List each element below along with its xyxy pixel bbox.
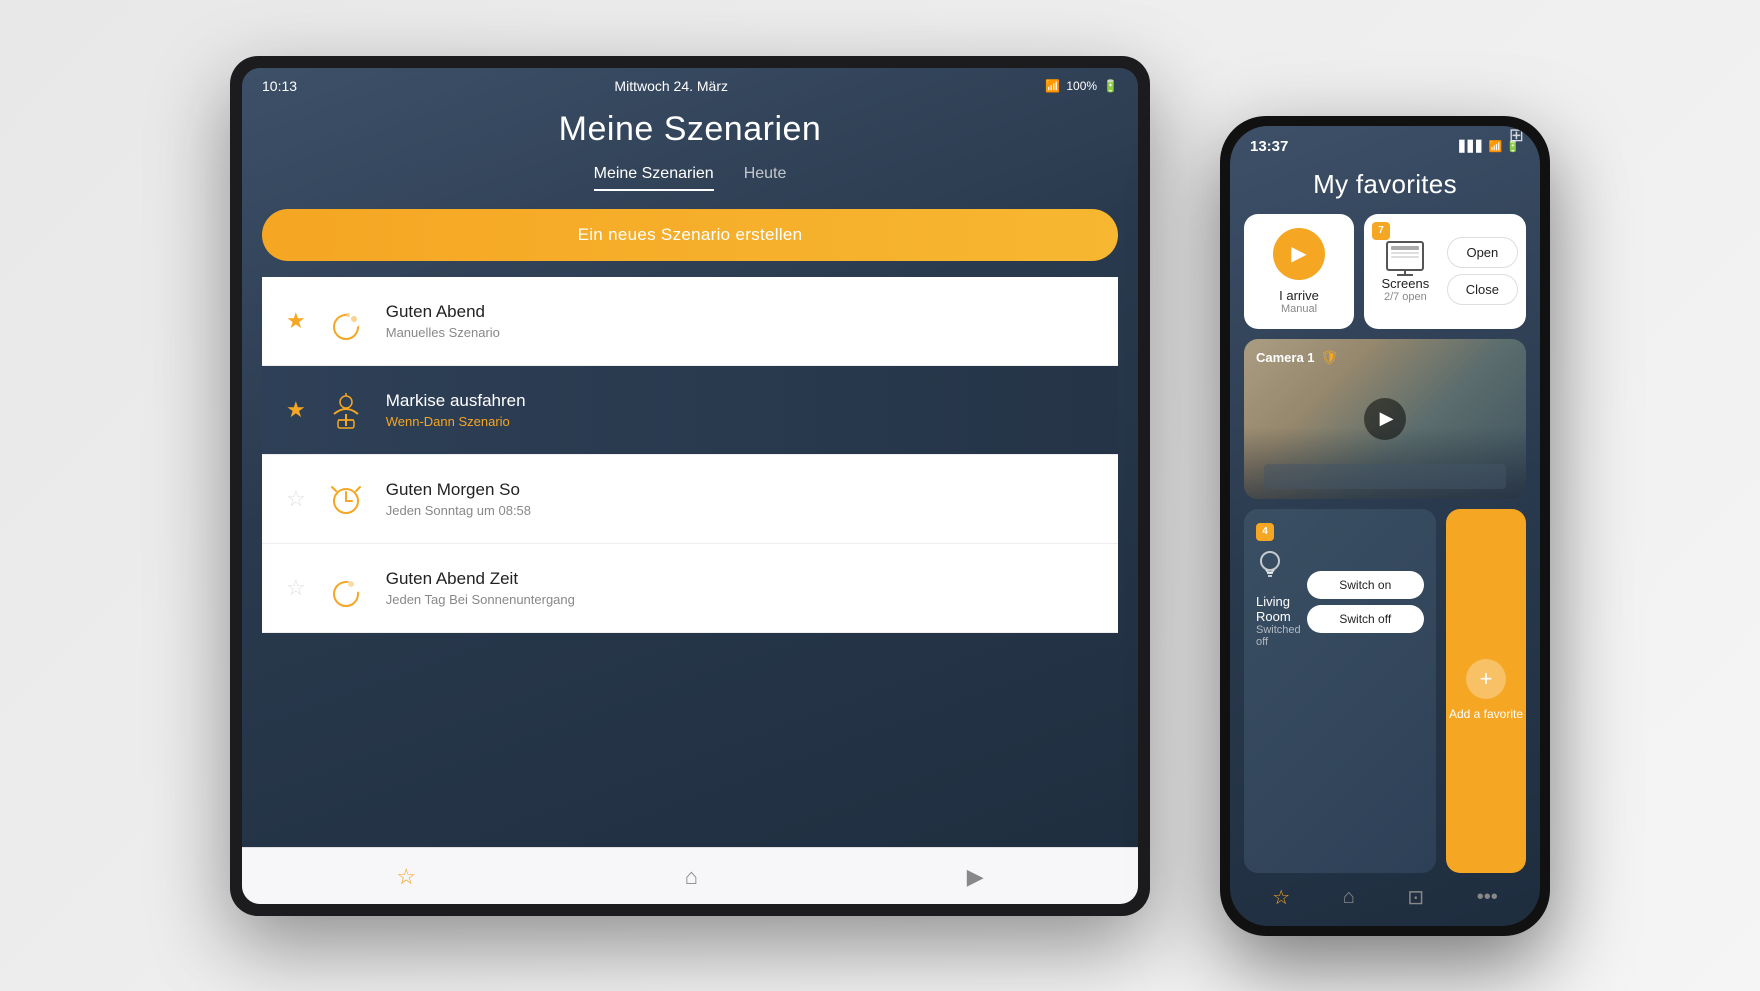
screens-close-button[interactable]: Close xyxy=(1447,274,1518,305)
phone-nav-grid[interactable]: ⊡ xyxy=(1407,885,1424,910)
tablet-time: 10:13 xyxy=(262,78,297,94)
star-empty-icon-2: ☆ xyxy=(286,575,306,601)
screens-badge: 7 xyxy=(1372,222,1390,240)
tablet-nav-favorites[interactable]: ☆ xyxy=(396,864,416,890)
phone-nav-more[interactable]: ••• xyxy=(1477,886,1498,909)
phone-content: My favorites ▶ I arrive Manual 7 xyxy=(1230,161,1540,873)
tablet-screen: 10:13 Mittwoch 24. März 📶 100% 🔋 Meine S… xyxy=(242,68,1138,904)
scenario-markise-sub: Wenn-Dann Szenario xyxy=(386,414,1094,429)
phone-wifi-icon: 📶 xyxy=(1489,140,1503,153)
tablet-content: Meine Szenarien Meine Szenarien Heute Ei… xyxy=(242,100,1138,847)
tablet-date: Mittwoch 24. März xyxy=(614,78,728,94)
scenario-guten-abend-name: Guten Abend xyxy=(386,302,1094,322)
living-room-bulb-icon xyxy=(1256,549,1284,588)
create-scenario-button[interactable]: Ein neues Szenario erstellen xyxy=(262,209,1118,261)
camera-play-button[interactable]: ▶ xyxy=(1364,398,1406,440)
scenario-list: ★ Guten Abend Manuelles Szenario xyxy=(262,277,1118,847)
screens-open-button[interactable]: Open xyxy=(1447,237,1518,268)
tablet-title: Meine Szenarien xyxy=(262,110,1118,149)
tab-meine-szenarien[interactable]: Meine Szenarien xyxy=(594,165,714,191)
phone-screen: 13:37 ▋▋▋ 📶 🔋 ⊞ My favorites xyxy=(1230,126,1540,926)
screens-label: Screens xyxy=(1382,276,1430,291)
phone-nav-favorites[interactable]: ☆ xyxy=(1272,885,1290,910)
tablet-bottom-nav: ☆ ⌂ ▶ xyxy=(242,847,1138,904)
phone-bottom-nav: ☆ ⌂ ⊡ ••• xyxy=(1230,873,1540,926)
living-room-label: Living Room xyxy=(1256,594,1307,624)
phone-device: 13:37 ▋▋▋ 📶 🔋 ⊞ My favorites xyxy=(1220,116,1550,936)
table-row[interactable]: ☆ Guten Morgen So xyxy=(262,455,1118,544)
favorites-top-row: ▶ I arrive Manual 7 xyxy=(1244,214,1526,329)
scenario-icon-moon xyxy=(322,297,370,345)
arrive-card[interactable]: ▶ I arrive Manual xyxy=(1244,214,1354,329)
switch-off-button[interactable]: Switch off xyxy=(1307,605,1424,633)
arrive-sub: Manual xyxy=(1281,303,1317,315)
living-room-inner: Living Room Switched off Switch on Switc… xyxy=(1256,549,1424,656)
play-icon: ▶ xyxy=(1291,241,1306,266)
star-filled-icon-2: ★ xyxy=(286,397,306,423)
tablet-wifi-icon: 📶 xyxy=(1045,79,1060,93)
star-empty-icon: ☆ xyxy=(286,486,306,512)
scenario-guten-morgen-name: Guten Morgen So xyxy=(386,480,1094,500)
phone-time: 13:37 xyxy=(1250,138,1288,155)
tablet-device: 10:13 Mittwoch 24. März 📶 100% 🔋 Meine S… xyxy=(230,56,1150,916)
phone-title: My favorites xyxy=(1244,169,1526,200)
scene-container: 10:13 Mittwoch 24. März 📶 100% 🔋 Meine S… xyxy=(180,56,1580,936)
camera-label: Camera 1 🛡 xyxy=(1256,349,1338,366)
living-room-buttons: Switch on Switch off xyxy=(1307,571,1424,633)
scenario-markise-name: Markise ausfahren xyxy=(386,391,1094,411)
phone-nav-home[interactable]: ⌂ xyxy=(1343,886,1355,909)
living-room-badge: 4 xyxy=(1256,523,1274,541)
camera-card[interactable]: ▶ Camera 1 🛡 xyxy=(1244,339,1526,499)
scenario-icon-umbrella xyxy=(322,386,370,434)
camera-label-text: Camera 1 xyxy=(1256,350,1315,365)
tablet-nav-home[interactable]: ⌂ xyxy=(685,864,698,890)
star-filled-icon: ★ xyxy=(286,308,306,334)
tablet-tabs: Meine Szenarien Heute xyxy=(262,165,1118,191)
screens-sub: 2/7 open xyxy=(1384,291,1427,303)
arrive-label: I arrive xyxy=(1279,288,1319,303)
lr-left: Living Room Switched off xyxy=(1256,549,1307,656)
tablet-battery-icon: 🔋 xyxy=(1103,79,1118,93)
screens-card: 7 Screens 2/7 open xyxy=(1364,214,1526,329)
scenario-guten-abend-zeit-sub: Jeden Tag Bei Sonnenuntergang xyxy=(386,592,1094,607)
scenario-icon-sunset xyxy=(322,564,370,612)
living-room-card: 4 xyxy=(1244,509,1436,873)
add-favorite-plus-icon: + xyxy=(1466,659,1506,699)
camera-shield-icon: 🛡 xyxy=(1321,349,1339,366)
scenario-guten-morgen-sub: Jeden Sonntag um 08:58 xyxy=(386,503,1094,518)
scenario-icon-alarm xyxy=(322,475,370,523)
camera-play-icon: ▶ xyxy=(1380,408,1394,429)
screens-icon-area: Screens 2/7 open xyxy=(1372,240,1439,303)
add-favorite-label: Add a favorite xyxy=(1449,707,1523,723)
tablet-status-right: 📶 100% 🔋 xyxy=(1045,79,1118,93)
tablet-battery-text: 100% xyxy=(1066,79,1097,93)
table-row[interactable]: ★ Markise ausfa xyxy=(262,366,1118,455)
bottom-cards: 4 xyxy=(1244,509,1526,873)
table-row[interactable]: ★ Guten Abend Manuelles Szenario xyxy=(262,277,1118,366)
phone-grid-icon[interactable]: ⊞ xyxy=(1509,126,1524,146)
scenario-guten-morgen-text: Guten Morgen So Jeden Sonntag um 08:58 xyxy=(386,480,1094,518)
screens-buttons: Open Close xyxy=(1447,237,1518,305)
scenario-guten-abend-zeit-text: Guten Abend Zeit Jeden Tag Bei Sonnenunt… xyxy=(386,569,1094,607)
table-row[interactable]: ☆ Guten Abend Zeit Jeden Tag Bei Sonnenu… xyxy=(262,544,1118,633)
phone-status-bar: 13:37 ▋▋▋ 📶 🔋 xyxy=(1230,126,1540,161)
tablet-status-bar: 10:13 Mittwoch 24. März 📶 100% 🔋 xyxy=(242,68,1138,100)
scenario-guten-abend-text: Guten Abend Manuelles Szenario xyxy=(386,302,1094,340)
tablet-nav-scenarios[interactable]: ▶ xyxy=(967,864,984,890)
scenario-guten-abend-sub: Manuelles Szenario xyxy=(386,325,1094,340)
add-favorite-card[interactable]: + Add a favorite xyxy=(1446,509,1526,873)
arrive-play-button[interactable]: ▶ xyxy=(1273,228,1325,280)
living-room-sub: Switched off xyxy=(1256,624,1307,648)
phone-signal-icon: ▋▋▋ xyxy=(1459,140,1484,153)
switch-on-button[interactable]: Switch on xyxy=(1307,571,1424,599)
scenario-guten-abend-zeit-name: Guten Abend Zeit xyxy=(386,569,1094,589)
tab-heute[interactable]: Heute xyxy=(744,165,787,191)
scenario-markise-text: Markise ausfahren Wenn-Dann Szenario xyxy=(386,391,1094,429)
